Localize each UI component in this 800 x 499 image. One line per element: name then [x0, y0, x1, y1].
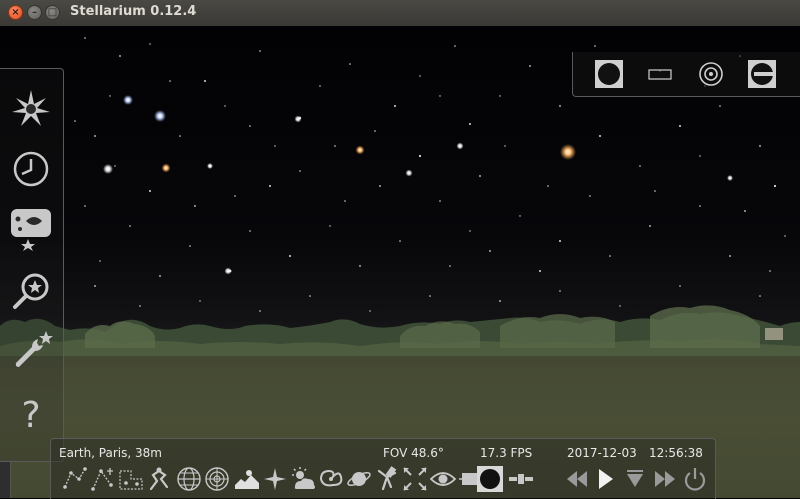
title-bar: × – □ Stellarium 0.12.4	[0, 0, 800, 27]
azimuthal-grid-button[interactable]	[203, 465, 231, 493]
sky-view[interactable]	[0, 26, 800, 498]
ocular-toolbar-button[interactable]	[473, 465, 507, 493]
quit-icon	[684, 468, 706, 491]
search-window-icon	[13, 273, 49, 309]
planet-labels-button[interactable]	[345, 465, 373, 493]
left-bar-toggle[interactable]	[0, 462, 11, 498]
help-window-button[interactable]: ?	[8, 391, 54, 436]
fps-label: 17.3 FPS	[480, 446, 533, 460]
time-label: 12:56:38	[649, 446, 703, 460]
search-window-button[interactable]	[8, 269, 54, 313]
date-label: 2017-12-03	[567, 446, 637, 460]
location-window-icon	[12, 90, 50, 126]
night-mode-button[interactable]	[429, 465, 457, 493]
close-icon: ×	[11, 7, 20, 18]
quit-button[interactable]	[681, 465, 709, 493]
date-time-window-button[interactable]	[8, 147, 54, 191]
equatorial-mount-button[interactable]	[373, 465, 401, 493]
night-mode-icon	[429, 472, 457, 486]
svg-text:?: ?	[21, 395, 40, 435]
current-time-icon	[627, 470, 643, 487]
date-time-window-icon	[13, 151, 49, 187]
location-window-button[interactable]	[8, 86, 54, 130]
telrad-sight-button[interactable]	[695, 59, 727, 89]
atmosphere-button[interactable]	[289, 465, 317, 493]
ground-button[interactable]	[233, 465, 261, 493]
current-time-button[interactable]	[621, 465, 649, 493]
minimize-window-button[interactable]: –	[27, 5, 42, 20]
center-selected-button[interactable]	[401, 465, 429, 493]
configuration-window-button[interactable]	[8, 329, 54, 373]
cardinal-points-icon	[264, 468, 286, 490]
play-button[interactable]	[591, 465, 619, 493]
close-window-button[interactable]: ×	[8, 5, 23, 20]
cardinal-points-button[interactable]	[261, 465, 289, 493]
configuration-window-icon	[15, 331, 53, 367]
constellation-lines-icon	[63, 467, 87, 489]
constellation-labels-icon	[91, 468, 113, 491]
constellation-boundaries-icon	[119, 470, 143, 490]
sky-viewing-options-button[interactable]	[8, 207, 54, 251]
decrease-time-speed-button[interactable]	[563, 465, 591, 493]
increase-time-speed-button[interactable]	[651, 465, 679, 493]
ocular-config-icon	[748, 60, 776, 88]
azimuthal-grid-icon	[205, 467, 229, 491]
nebulae-button[interactable]	[317, 465, 345, 493]
ocular-view-icon	[595, 60, 623, 88]
constellation-art-icon	[149, 467, 169, 491]
left-toolbar: ?	[0, 68, 64, 462]
decrease-time-speed-icon	[567, 471, 587, 487]
telrad-sight-icon	[699, 62, 723, 86]
constellation-art-button[interactable]	[145, 465, 173, 493]
fov-label: FOV 48.6°	[383, 446, 444, 460]
equatorial-grid-button[interactable]	[175, 465, 203, 493]
equatorial-grid-icon	[177, 467, 201, 491]
ocular-config-button[interactable]	[746, 59, 778, 89]
sensor-frame-icon	[648, 69, 672, 80]
maximize-icon: □	[47, 7, 58, 18]
bottom-toolbar: Earth, Paris, 38m FOV 48.6° 17.3 FPS 201…	[50, 438, 716, 499]
atmosphere-icon	[292, 467, 315, 489]
sky-viewing-options-icon	[11, 209, 51, 251]
constellation-lines-button[interactable]	[61, 465, 89, 493]
satellite-icon	[509, 474, 533, 484]
window-title: Stellarium 0.12.4	[70, 4, 197, 19]
satellite-button[interactable]	[507, 465, 535, 493]
equatorial-mount-icon	[377, 466, 397, 491]
sensor-frame-button[interactable]	[645, 59, 677, 89]
play-icon	[599, 469, 613, 489]
maximize-window-button[interactable]: □	[45, 5, 60, 20]
ocular-toolbar-icon	[477, 466, 503, 492]
ground-icon	[235, 470, 259, 489]
planet-labels-icon	[347, 472, 371, 486]
ocular-view-button[interactable]	[593, 59, 625, 89]
increase-time-speed-icon	[655, 471, 675, 487]
constellation-boundaries-button[interactable]	[117, 465, 145, 493]
nebulae-icon	[319, 469, 343, 487]
minimize-icon: –	[32, 7, 37, 18]
location-label: Earth, Paris, 38m	[59, 446, 162, 460]
ocular-toolbar	[572, 52, 800, 97]
help-window-icon: ?	[21, 395, 40, 436]
constellation-labels-button[interactable]	[89, 465, 117, 493]
center-selected-icon	[403, 467, 427, 491]
